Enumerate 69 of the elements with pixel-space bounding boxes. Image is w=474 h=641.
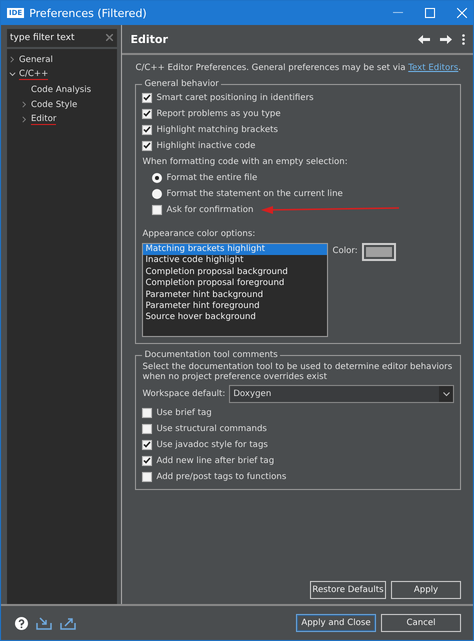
- dialog-button[interactable]: Apply and Close: [296, 614, 376, 632]
- section-label: When formatting code with an empty selection:: [142, 156, 348, 166]
- tree-item[interactable]: C/C++: [19, 69, 48, 80]
- list-item[interactable]: Matching brackets highlight: [143, 244, 328, 256]
- dialog-button[interactable]: Cancel: [381, 614, 461, 632]
- export-icon[interactable]: [60, 616, 76, 630]
- list-item[interactable]: Source hover background: [143, 312, 328, 324]
- option-label: Format the statement on the current line: [166, 188, 343, 198]
- clear-icon[interactable]: [106, 34, 114, 41]
- chevron-icon[interactable]: [21, 101, 28, 108]
- option-label: Highlight inactive code: [156, 140, 256, 150]
- text-editors-link[interactable]: Text Editors: [408, 63, 458, 73]
- annotation-arrow-icon: [261, 204, 402, 214]
- color-label: Color:: [332, 246, 358, 256]
- color-swatch[interactable]: [362, 243, 396, 261]
- group-title: General behavior: [143, 79, 220, 89]
- more-icon[interactable]: [462, 34, 465, 44]
- option-label: Format the entire file: [166, 172, 258, 182]
- checkbox[interactable]: [142, 140, 152, 150]
- intro-text: C/C++ Editor Preferences. General preferences may be set via Text Editors.: [135, 63, 461, 73]
- checkbox[interactable]: [142, 408, 152, 418]
- list-item[interactable]: Completion proposal background: [143, 266, 328, 278]
- filter-field[interactable]: type filter text: [7, 29, 118, 47]
- checkbox[interactable]: [142, 92, 152, 102]
- option-label: Highlight matching brackets: [156, 124, 278, 134]
- chevron-icon[interactable]: [9, 56, 16, 63]
- option-label: Use javadoc style for tags: [156, 440, 268, 450]
- section-label: Appearance color options:: [142, 228, 256, 238]
- page-button[interactable]: Restore Defaults: [310, 581, 386, 599]
- checkbox[interactable]: [142, 124, 152, 134]
- back-arrow-icon[interactable]: [418, 34, 430, 44]
- window-title: Preferences (Filtered): [29, 6, 147, 20]
- checkbox[interactable]: [142, 456, 152, 466]
- list-item[interactable]: Parameter hint foreground: [143, 301, 328, 312]
- radio-button[interactable]: [152, 172, 162, 182]
- maximize-icon[interactable]: [425, 8, 435, 18]
- option-label: Smart caret positioning in identifiers: [156, 92, 314, 102]
- description-text: Select the documentation tool to be used to determine editor behaviors when no project preference overrides exist: [142, 362, 454, 382]
- list-item[interactable]: Completion proposal foreground: [143, 278, 328, 290]
- group-title: Documentation tool comments: [143, 350, 279, 360]
- chevron-icon[interactable]: [21, 116, 28, 123]
- list-item[interactable]: Inactive code highlight: [143, 255, 328, 267]
- checkbox[interactable]: [142, 440, 152, 450]
- radio-button[interactable]: [152, 188, 162, 198]
- forward-arrow-icon[interactable]: [440, 34, 452, 44]
- option-label: Add pre/post tags to functions: [156, 472, 286, 482]
- workspace-dropdown[interactable]: Doxygen: [229, 385, 454, 403]
- list-item[interactable]: Parameter hint background: [143, 290, 328, 302]
- tree-item[interactable]: Code Analysis: [31, 84, 92, 94]
- option-label: Report problems as you type: [156, 108, 281, 118]
- page-button[interactable]: Apply: [391, 581, 461, 599]
- import-icon[interactable]: [36, 616, 52, 630]
- checkbox[interactable]: [142, 424, 152, 434]
- chevron-icon[interactable]: [9, 71, 16, 78]
- close-icon[interactable]: [457, 8, 467, 18]
- checkbox[interactable]: [142, 472, 152, 482]
- tree-item[interactable]: Code Style: [31, 100, 78, 110]
- checkbox[interactable]: [142, 108, 152, 118]
- tree-item[interactable]: General: [19, 54, 53, 64]
- field-label: Workspace default:: [142, 389, 226, 399]
- page-title: Editor: [130, 32, 168, 46]
- option-label: Use structural commands: [156, 424, 267, 434]
- checkbox[interactable]: [152, 204, 162, 214]
- option-label: Ask for confirmation: [166, 204, 254, 214]
- caret-icon: [442, 392, 450, 396]
- help-icon[interactable]: [15, 616, 28, 630]
- option-label: Add new line after brief tag: [156, 456, 274, 466]
- tree-item[interactable]: Editor: [31, 114, 56, 125]
- option-label: Use brief tag: [156, 408, 212, 418]
